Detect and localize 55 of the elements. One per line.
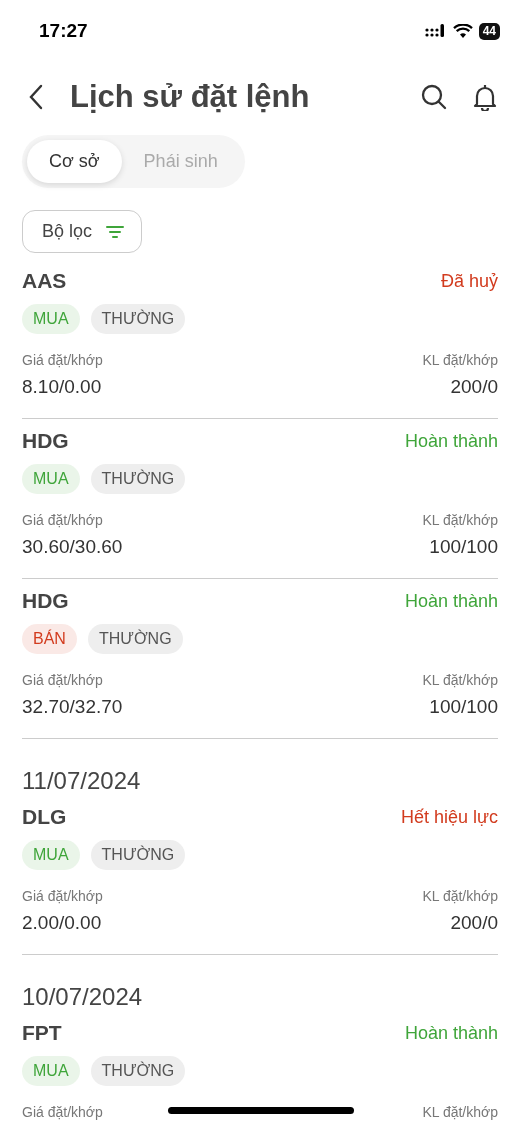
notification-button[interactable] <box>472 83 498 111</box>
order-type-tag: THƯỜNG <box>87 624 183 654</box>
order-type-tag: THƯỜNG <box>90 304 186 334</box>
filter-icon <box>106 223 125 240</box>
volume-label: KL đặt/khớp <box>422 512 498 528</box>
volume-value: 100/100 <box>429 696 498 718</box>
order-status: Hoàn thành <box>404 590 498 612</box>
order-type-tag: THƯỜNG <box>90 1056 186 1086</box>
volume-label: KL đặt/khớp <box>422 672 498 688</box>
date-heading: 10/07/2024 <box>22 983 144 1011</box>
order-type-tag: THƯỜNG <box>90 464 186 494</box>
tab[interactable]: Cơ sở <box>27 140 122 183</box>
order-item[interactable]: HDG Hoàn thành BÁN THƯỜNG Giá đặt/khớp KL đặt/khớp 32.70/32.70 100/100 <box>22 579 498 739</box>
wifi-icon <box>452 23 473 39</box>
volume-value: 200/0 <box>450 912 498 934</box>
price-label: Giá đặt/khớp <box>22 352 103 368</box>
volume-value: 200/0 <box>450 376 498 398</box>
price-label: Giá đặt/khớp <box>22 1104 103 1120</box>
volume-label: KL đặt/khớp <box>422 888 498 904</box>
side-tag: MUA <box>22 840 80 870</box>
price-label: Giá đặt/khớp <box>22 672 103 688</box>
price-value: 2.00/0.00 <box>22 912 102 934</box>
order-status: Hết hiệu lực <box>400 806 498 828</box>
stock-symbol: FPT <box>22 1021 62 1045</box>
stock-symbol: HDG <box>22 589 69 613</box>
page-title: Lịch sử đặt lệnh <box>70 79 311 115</box>
order-type-tag: THƯỜNG <box>90 840 186 870</box>
price-label: Giá đặt/khớp <box>22 888 103 904</box>
order-status: Hoàn thành <box>404 430 498 452</box>
order-status: Đã huỷ <box>440 270 498 292</box>
battery-icon: 44 <box>478 22 500 40</box>
volume-label: KL đặt/khớp <box>422 352 498 368</box>
order-item[interactable]: HDG Hoàn thành MUA THƯỜNG Giá đặt/khớp KL đặt/khớp 30.60/30.60 100/100 <box>22 419 498 579</box>
price-value: 32.70/32.70 <box>22 696 123 718</box>
stock-symbol: HDG <box>22 429 69 453</box>
signal-icon <box>424 24 447 38</box>
side-tag: MUA <box>22 304 80 334</box>
search-button[interactable] <box>420 83 448 111</box>
order-item[interactable]: AAS Đã huỷ MUA THƯỜNG Giá đặt/khớp KL đặt/khớp 8.10/0.00 200/0 <box>22 259 498 419</box>
date-heading: 11/07/2024 <box>22 767 142 795</box>
price-value: 30.60/30.60 <box>22 536 123 558</box>
price-label: Giá đặt/khớp <box>22 512 103 528</box>
volume-value: 100/100 <box>429 536 498 558</box>
side-tag: MUA <box>22 464 80 494</box>
filter-button[interactable]: Bộ lọc <box>22 210 143 253</box>
clock: 17:27 <box>39 20 88 42</box>
price-value: 8.10/0.00 <box>22 376 102 398</box>
side-tag: MUA <box>22 1056 80 1086</box>
volume-label: KL đặt/khớp <box>422 1104 498 1120</box>
order-item[interactable]: FPT Hoàn thành MUA THƯỜNG Giá đặt/khớp KL đặt/khớp <box>22 1011 498 1125</box>
side-tag: BÁN <box>22 624 77 654</box>
stock-symbol: DLG <box>22 805 67 829</box>
order-item[interactable]: DLG Hết hiệu lực MUA THƯỜNG Giá đặt/khớp KL đặt/khớp 2.00/0.00 200/0 <box>22 795 498 955</box>
order-status: Hoàn thành <box>404 1022 498 1044</box>
stock-symbol: AAS <box>22 269 67 293</box>
